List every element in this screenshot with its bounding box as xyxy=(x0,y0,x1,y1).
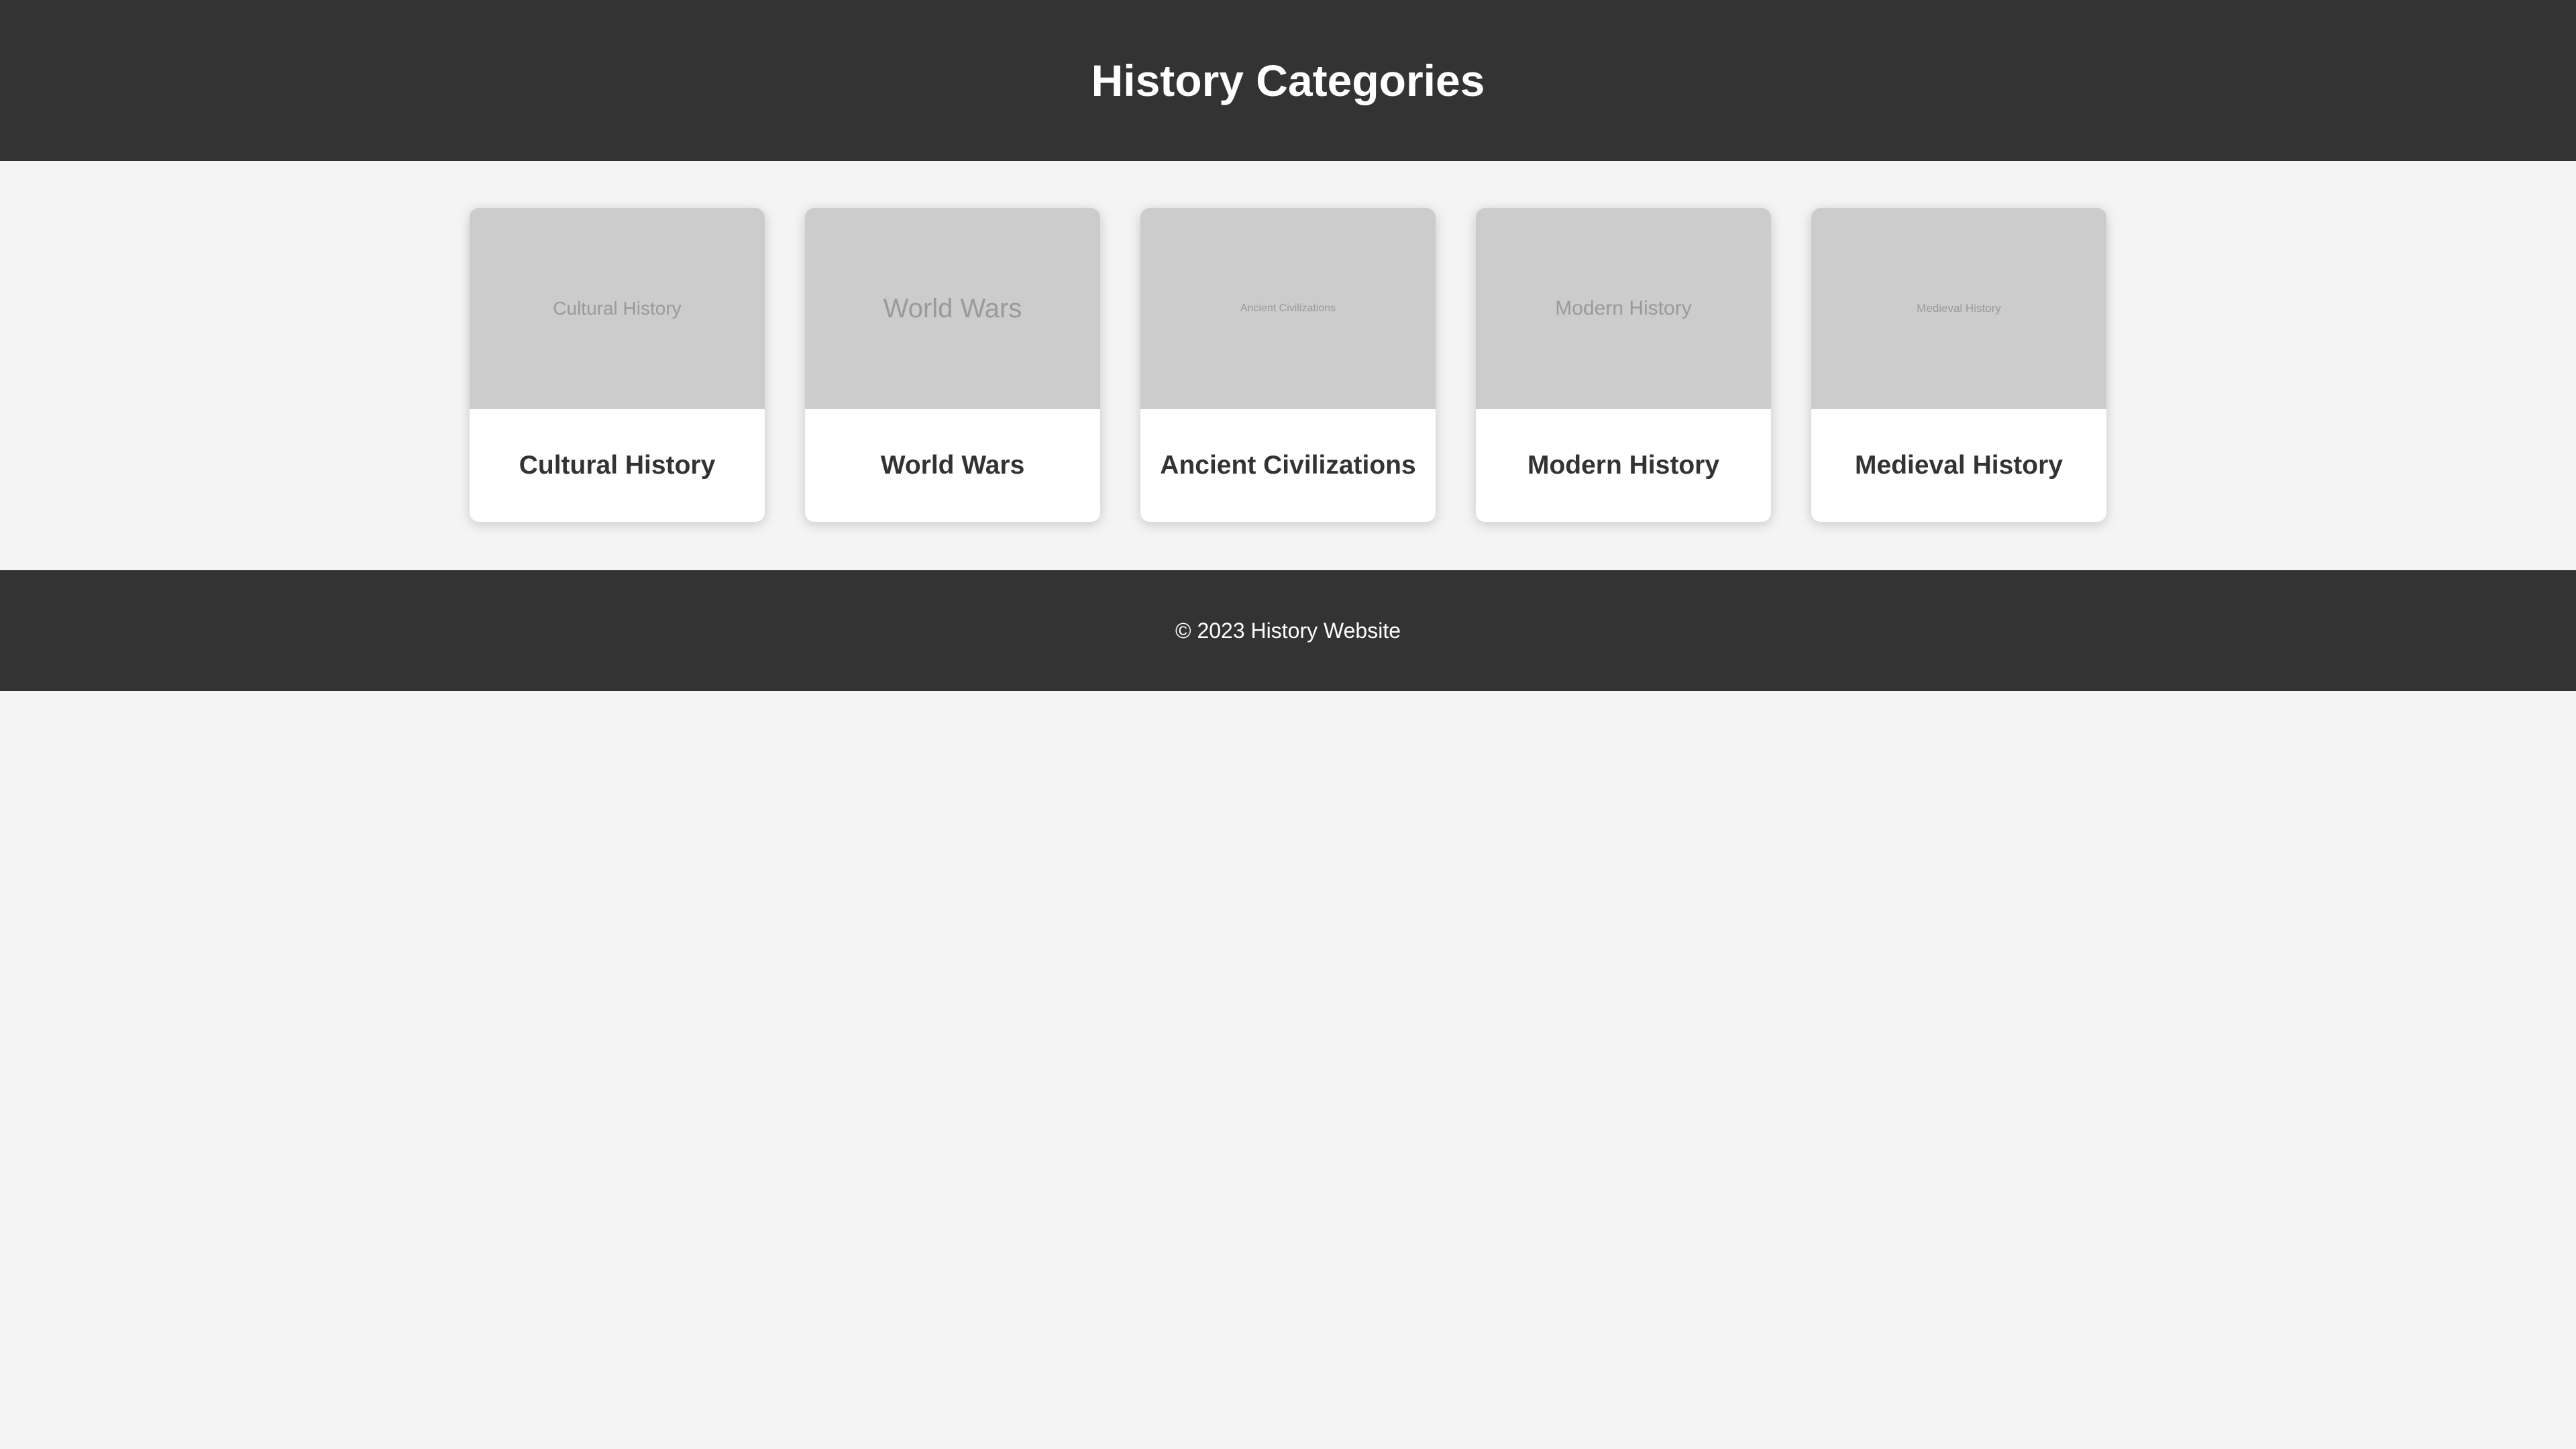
category-title: World Wars xyxy=(880,451,1025,480)
category-image-placeholder: Modern History xyxy=(1476,208,1771,409)
category-grid: Cultural History Cultural History World … xyxy=(0,208,2576,522)
category-title: Cultural History xyxy=(519,451,716,480)
category-card-world-wars[interactable]: World Wars World Wars xyxy=(805,208,1100,522)
category-title: Medieval History xyxy=(1855,451,2063,480)
category-card-medieval-history[interactable]: Medieval History Medieval History xyxy=(1811,208,2106,522)
page-header: History Categories xyxy=(0,0,2576,161)
category-image-placeholder: Ancient Civilizations xyxy=(1140,208,1436,409)
category-card-ancient-civilizations[interactable]: Ancient Civilizations Ancient Civilizati… xyxy=(1140,208,1436,522)
page-footer: © 2023 History Website xyxy=(0,570,2576,691)
category-title: Modern History xyxy=(1527,451,1720,480)
category-title: Ancient Civilizations xyxy=(1160,451,1416,480)
page-title: History Categories xyxy=(1091,56,1485,105)
category-card-cultural-history[interactable]: Cultural History Cultural History xyxy=(470,208,765,522)
category-image-placeholder: Cultural History xyxy=(470,208,765,409)
category-image-placeholder: World Wars xyxy=(805,208,1100,409)
category-card-modern-history[interactable]: Modern History Modern History xyxy=(1476,208,1771,522)
category-image-placeholder: Medieval History xyxy=(1811,208,2106,409)
copyright-text: © 2023 History Website xyxy=(1175,618,1401,643)
